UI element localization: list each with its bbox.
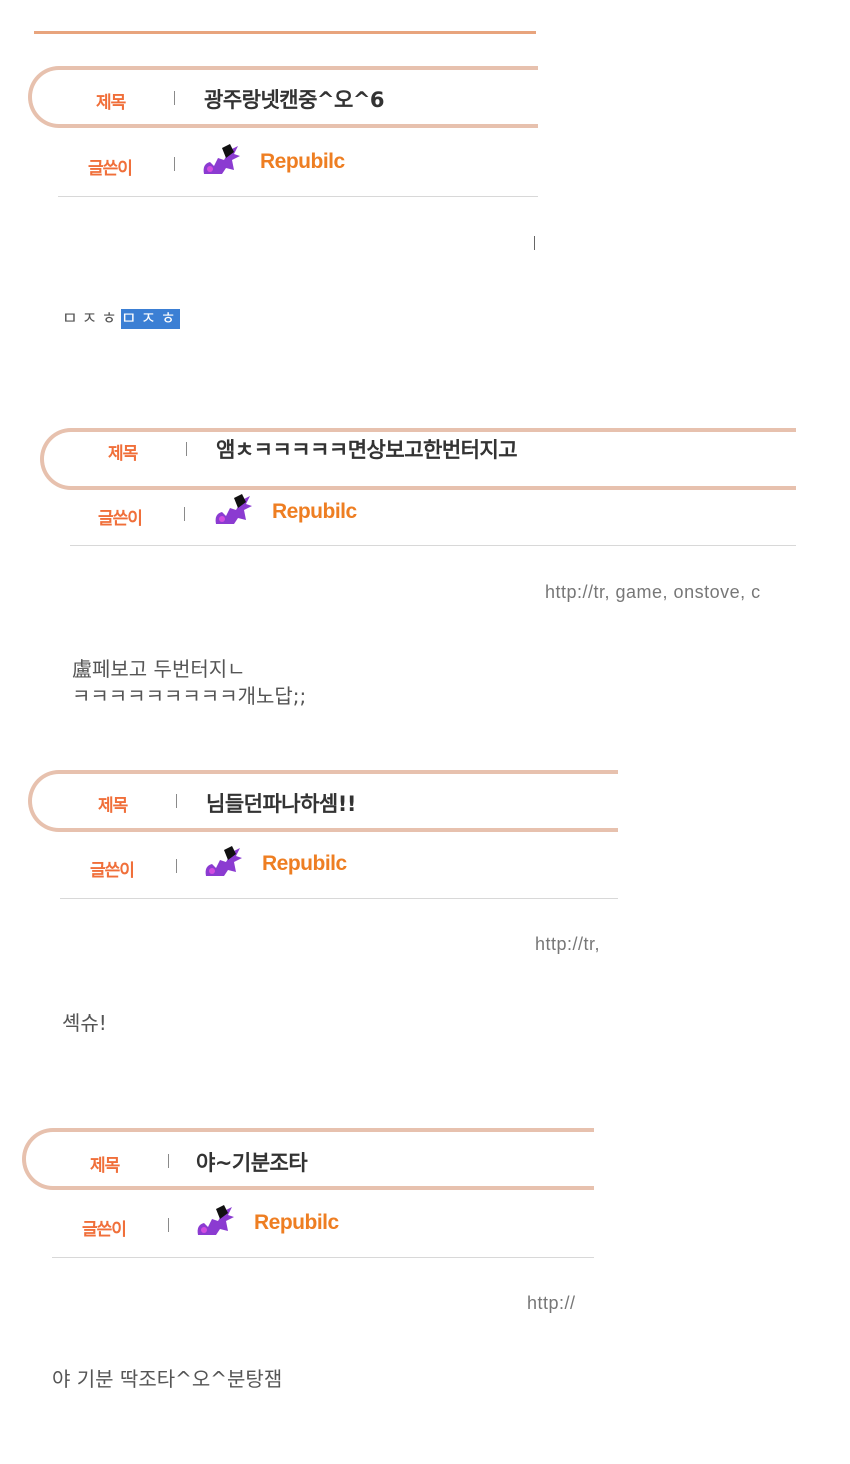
post-author[interactable]: Repubilc bbox=[260, 150, 345, 174]
post-body: 盧페보고 두번터지ㄴ ㅋㅋㅋㅋㅋㅋㅋㅋㅋ개노답;; bbox=[72, 657, 307, 708]
text-cursor bbox=[534, 236, 535, 250]
writer-label: 글쓴이 bbox=[82, 1220, 127, 1240]
post-body: 셱슈! bbox=[62, 1011, 107, 1035]
purple-dragon-icon bbox=[215, 494, 252, 524]
separator bbox=[186, 442, 187, 456]
post-link[interactable]: http:// bbox=[527, 1293, 576, 1314]
post-title[interactable]: 광주랑넷캔중^오^6 bbox=[204, 84, 385, 114]
subject-label: 제목 bbox=[96, 93, 126, 113]
writer-label: 글쓴이 bbox=[90, 861, 135, 881]
post-title[interactable]: 앰ㅊㅋㅋㅋㅋㅋ면상보고한번터지고 bbox=[216, 434, 518, 464]
post-3: 제목 님들던파나하셈!! 글쓴이 Repubilc http://tr, 셱슈! bbox=[28, 770, 618, 1040]
top-divider bbox=[34, 31, 536, 34]
header-divider bbox=[60, 898, 618, 899]
header-divider bbox=[52, 1257, 594, 1258]
post-title[interactable]: 님들던파나하셈!! bbox=[206, 788, 356, 818]
post-author[interactable]: Repubilc bbox=[262, 852, 347, 876]
header-divider bbox=[58, 196, 538, 197]
separator bbox=[168, 1218, 169, 1232]
separator bbox=[168, 1154, 169, 1168]
purple-dragon-icon bbox=[205, 846, 242, 876]
separator bbox=[176, 794, 177, 808]
separator bbox=[176, 859, 177, 873]
post-title[interactable]: 야~기분조타 bbox=[196, 1147, 308, 1177]
subject-label: 제목 bbox=[98, 796, 128, 816]
writer-label: 글쓴이 bbox=[98, 509, 143, 529]
post-body: 야 기분 딱조타^오^분탕잼 bbox=[52, 1367, 283, 1391]
purple-dragon-icon bbox=[197, 1205, 234, 1235]
subject-label: 제목 bbox=[90, 1156, 120, 1176]
post-link[interactable]: http://tr, game, onstove, c bbox=[545, 582, 761, 603]
post-author[interactable]: Repubilc bbox=[254, 1211, 339, 1235]
selected-text[interactable]: ㅁㅈㅎ bbox=[120, 309, 180, 329]
post-link[interactable]: http://tr, bbox=[535, 934, 600, 955]
separator bbox=[174, 157, 175, 171]
separator bbox=[184, 507, 185, 521]
header-divider bbox=[70, 545, 796, 546]
post-1: 제목 광주랑넷캔중^오^6 글쓴이 Repubilc ㅁㅈㅎㅁㅈㅎ bbox=[28, 66, 538, 346]
post-4: 제목 야~기분조타 글쓴이 Repubilc http:// 야 기분 딱조타^… bbox=[22, 1128, 594, 1398]
purple-dragon-icon bbox=[203, 144, 240, 174]
post-2: 제목 앰ㅊㅋㅋㅋㅋㅋ면상보고한번터지고 글쓴이 Repubilc http://… bbox=[40, 428, 796, 718]
separator bbox=[174, 91, 175, 105]
writer-label: 글쓴이 bbox=[88, 159, 133, 179]
post-author[interactable]: Repubilc bbox=[272, 500, 357, 524]
post-body: ㅁㅈㅎㅁㅈㅎ bbox=[62, 309, 180, 329]
subject-label: 제목 bbox=[108, 444, 138, 464]
